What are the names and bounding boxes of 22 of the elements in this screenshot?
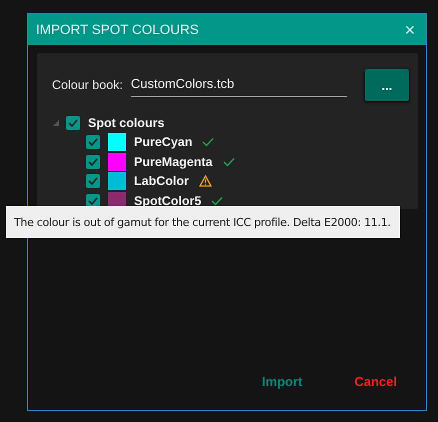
checkbox[interactable] <box>86 154 100 169</box>
colour-name: LabColor <box>134 174 189 188</box>
colour-name: PureCyan <box>134 135 192 150</box>
window-title: IMPORT SPOT COLOURS <box>36 22 199 37</box>
warning-icon <box>198 175 212 188</box>
checkbox[interactable] <box>86 194 100 208</box>
dialog-button[interactable]: Import <box>256 373 308 390</box>
colour-name: PureMagenta <box>134 154 212 169</box>
check-icon <box>211 196 224 206</box>
checkbox[interactable] <box>86 174 100 188</box>
checkbox[interactable] <box>86 135 100 150</box>
input-field[interactable]: CustomColors.tcb <box>130 74 347 96</box>
tree-label: Spot colours <box>88 116 164 130</box>
browse-button[interactable]: ... <box>364 69 409 101</box>
dialog-button[interactable]: Cancel <box>348 373 403 390</box>
checkbox[interactable] <box>66 116 80 130</box>
check-icon <box>202 137 214 148</box>
colour-name: SpotColor5 <box>134 194 202 208</box>
tooltip: The colour is out of gamut for the current ICC profile. Delta E2000: 11.1. <box>6 206 400 238</box>
check-icon <box>222 156 234 167</box>
field-label: Colour book: <box>52 78 123 92</box>
close-button[interactable]: ✕ <box>402 22 418 38</box>
